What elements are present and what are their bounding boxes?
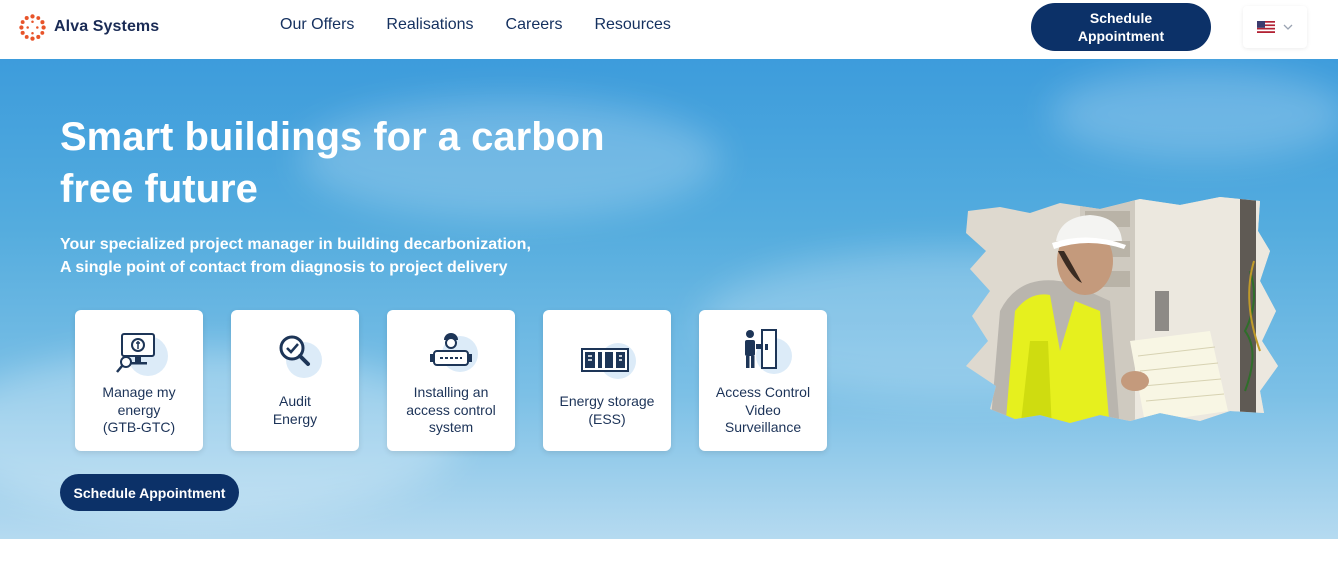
card-label-line: access control	[406, 401, 496, 418]
service-cards: Manage my energy (GTB-GTC) Audit Energy	[75, 310, 827, 451]
main-nav: Our Offers Realisations Careers Resource…	[280, 16, 671, 34]
hero-section: Smart buildings for a carbon free future…	[0, 59, 1338, 539]
schedule-appointment-hero-button[interactable]: Schedule Appointment	[60, 474, 239, 511]
service-card-access-control-install[interactable]: Installing an access control system	[387, 310, 515, 451]
hero-subtitle: Your specialized project manager in buil…	[60, 233, 531, 279]
card-label: Manage my energy (GTB-GTC)	[81, 384, 197, 437]
hero-title-line-2: free future	[60, 167, 258, 211]
card-label-line: Audit	[279, 393, 311, 409]
nav-careers[interactable]: Careers	[506, 16, 563, 34]
nav-realisations[interactable]: Realisations	[386, 16, 473, 34]
sky-cloud	[1050, 69, 1338, 159]
schedule-appointment-header-button[interactable]: Schedule Appointment	[1031, 3, 1211, 51]
card-label: Audit Energy	[237, 393, 353, 428]
card-label-line: (ESS)	[588, 410, 626, 427]
us-flag-icon	[1257, 21, 1275, 33]
logo-dots-icon	[19, 13, 46, 41]
language-selector[interactable]	[1243, 6, 1307, 48]
card-label-line: (GTB-GTC)	[102, 419, 176, 435]
service-card-access-control-video[interactable]: Access Control Video Surveillance	[699, 310, 827, 451]
service-card-manage-energy[interactable]: Manage my energy (GTB-GTC)	[75, 310, 203, 451]
cta-line-1: Schedule	[1089, 10, 1153, 26]
access-door-person-icon	[745, 329, 792, 374]
service-card-audit-energy[interactable]: Audit Energy	[231, 310, 359, 451]
card-label: Access Control Video Surveillance	[705, 384, 821, 437]
technician-access-icon	[430, 333, 478, 372]
card-label-line: Manage my	[102, 384, 176, 400]
hero-title: Smart buildings for a carbon free future	[60, 111, 680, 215]
brand-logo[interactable]: Alva Systems	[19, 12, 159, 42]
technician-photo	[966, 197, 1278, 423]
page-bottom	[0, 539, 1338, 578]
chevron-down-icon	[1283, 24, 1293, 30]
cta-line-2: Appointment	[1077, 28, 1165, 44]
hero-title-line-1: Smart buildings for a carbon	[60, 115, 605, 159]
service-card-energy-storage[interactable]: Energy storage (ESS)	[543, 310, 671, 451]
card-label-line: Installing an	[413, 384, 489, 400]
hero-subtitle-line-2: A single point of contact from diagnosis…	[60, 259, 508, 276]
card-label-line: Energy storage	[559, 393, 655, 409]
card-label-line: system	[428, 419, 474, 435]
energy-monitor-icon	[116, 333, 168, 376]
card-label-line: Surveillance	[724, 419, 802, 435]
brand-name: Alva Systems	[54, 18, 160, 35]
site-header: Alva Systems Our Offers Realisations Car…	[0, 0, 1338, 59]
card-label: Installing an access control system	[393, 384, 509, 437]
card-label-line: energy	[117, 401, 161, 418]
nav-our-offers[interactable]: Our Offers	[280, 16, 354, 34]
card-label-line: Access Control	[715, 384, 811, 400]
audit-magnifier-icon	[279, 335, 322, 378]
hero-subtitle-line-1: Your specialized project manager in buil…	[60, 236, 531, 253]
nav-resources[interactable]: Resources	[594, 16, 670, 34]
card-label-line: Energy	[272, 410, 318, 427]
battery-storage-icon	[581, 343, 636, 379]
card-label: Energy storage (ESS)	[549, 393, 665, 428]
card-label-line: Video	[745, 401, 781, 418]
